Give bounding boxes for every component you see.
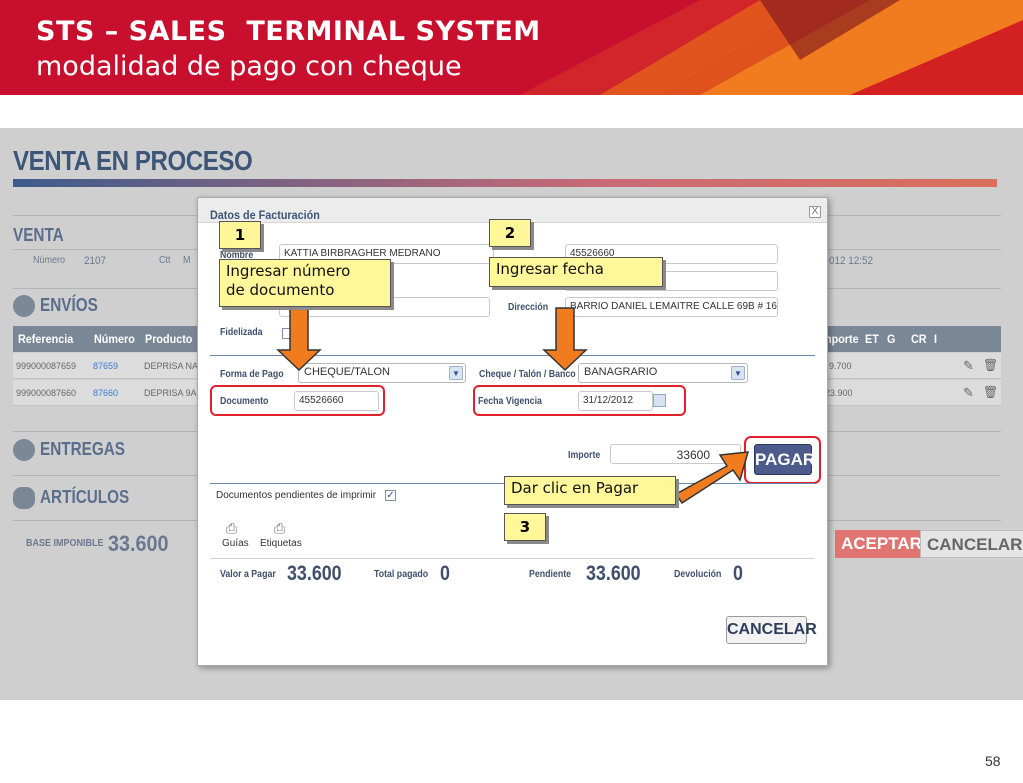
annotation-arrows xyxy=(276,307,750,505)
step-1-line-2: de documento xyxy=(226,281,335,299)
arrow-down-2 xyxy=(542,307,588,372)
arrow-down-1 xyxy=(276,307,322,372)
step-1-callout: Ingresar número de documento xyxy=(219,259,391,307)
arrow-to-pagar xyxy=(674,451,750,505)
page-number: 58 xyxy=(985,753,1001,769)
step-1-line-1: Ingresar número xyxy=(226,262,351,280)
step-1-badge: 1 xyxy=(219,221,261,249)
step-3-callout: Dar clic en Pagar xyxy=(504,476,676,505)
step-2-callout: Ingresar fecha xyxy=(489,257,663,287)
step-3-badge: 3 xyxy=(504,513,546,541)
step-2-badge: 2 xyxy=(489,219,531,247)
slide: STS – SALES TERMINAL SYSTEM modalidad de… xyxy=(0,0,1023,783)
